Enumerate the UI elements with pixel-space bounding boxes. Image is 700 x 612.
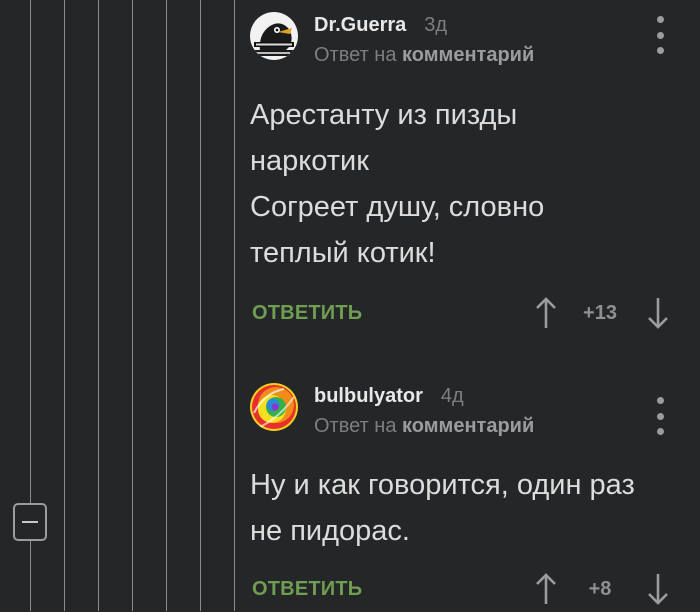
username-link[interactable]: Dr.Guerra (314, 14, 406, 36)
comment-footer: ОТВЕТИТЬ +13 (250, 296, 690, 336)
comment-time: 4д (440, 385, 464, 407)
rating-value: +8 (588, 578, 612, 600)
thread-line[interactable] (132, 0, 133, 611)
more-options-icon[interactable] (650, 16, 670, 54)
comment: Dr.Guerra 3д Ответ на комментарий Арестан… (250, 12, 690, 336)
downvote-arrow-icon[interactable] (646, 572, 670, 606)
rating-value: +13 (583, 302, 617, 324)
upvote-arrow-icon[interactable] (534, 296, 558, 330)
comment-footer: ОТВЕТИТЬ +8 (250, 572, 690, 612)
author-line: bulbulyator 4д (314, 385, 464, 408)
thread-line[interactable] (98, 0, 99, 611)
thread-line[interactable] (234, 0, 235, 611)
reply-to-prefix: Ответ на (314, 415, 397, 437)
reply-button[interactable]: ОТВЕТИТЬ (252, 302, 362, 325)
comment-text-line: теплый котик! (250, 237, 436, 269)
thread-line[interactable] (200, 0, 201, 611)
reply-to-info: Ответ на комментарий (314, 44, 534, 67)
reply-to-prefix: Ответ на (314, 44, 397, 66)
minus-icon (22, 521, 38, 523)
reply-to-info: Ответ на комментарий (314, 415, 534, 438)
downvote-arrow-icon[interactable] (646, 296, 670, 330)
upvote-arrow-icon[interactable] (534, 572, 558, 606)
author-line: Dr.Guerra 3д (314, 14, 447, 37)
parent-comment-link[interactable]: комментарий (402, 44, 534, 66)
collapse-thread-button[interactable] (13, 503, 47, 541)
comment-body: Арестанту из пизды наркотик Согреет душу… (250, 92, 690, 276)
comment-text-line: наркотик (250, 145, 369, 177)
more-options-icon[interactable] (650, 397, 670, 435)
parent-comment-link[interactable]: комментарий (402, 415, 534, 437)
rainbow-swirl-avatar-icon[interactable] (250, 383, 298, 431)
thread-lines (0, 0, 240, 611)
username-link[interactable]: bulbulyator (314, 385, 423, 407)
comment-text-line: Арестанту из пизды (250, 99, 518, 131)
comment-text-line: не пидорас. (250, 515, 410, 547)
comment-header: bulbulyator 4д Ответ на комментарий (250, 383, 690, 443)
comment-text-line: Ну и как говорится, один раз (250, 469, 635, 501)
duck-avatar-icon[interactable] (250, 12, 298, 60)
comment-text-line: Согреет душу, словно (250, 191, 545, 223)
comment-header: Dr.Guerra 3д Ответ на комментарий (250, 12, 690, 72)
comment-time: 3д (424, 14, 448, 36)
comment-body: Ну и как говорится, один раз не пидорас. (250, 462, 690, 554)
thread-line[interactable] (64, 0, 65, 611)
reply-button[interactable]: ОТВЕТИТЬ (252, 578, 362, 601)
thread-line[interactable] (166, 0, 167, 611)
comment: bulbulyator 4д Ответ на комментарий Ну и … (250, 383, 690, 612)
